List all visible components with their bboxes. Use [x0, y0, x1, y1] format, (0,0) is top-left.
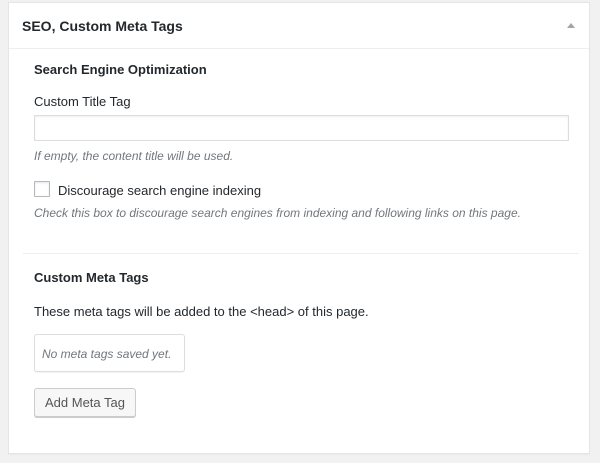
metabox-title: SEO, Custom Meta Tags: [22, 18, 183, 34]
metabox-header: SEO, Custom Meta Tags: [9, 3, 589, 49]
custom-title-hint: If empty, the content title will be used…: [34, 149, 234, 163]
discourage-indexing-label[interactable]: Discourage search engine indexing: [58, 183, 261, 199]
meta-tags-list: No meta tags saved yet.: [34, 334, 185, 372]
discourage-indexing-checkbox[interactable]: [34, 181, 50, 197]
discourage-indexing-hint: Check this box to discourage search engi…: [34, 206, 521, 220]
custom-title-label: Custom Title Tag: [34, 94, 131, 109]
meta-tags-description: These meta tags will be added to the <he…: [34, 304, 369, 319]
seo-section-heading: Search Engine Optimization: [34, 62, 207, 77]
triangle-up-icon: [567, 23, 575, 28]
metabox-toggle-button[interactable]: [562, 17, 580, 35]
seo-meta-tags-metabox: SEO, Custom Meta Tags Search Engine Opti…: [8, 2, 590, 454]
custom-title-input[interactable]: [34, 115, 569, 141]
meta-tags-empty-message: No meta tags saved yet.: [42, 347, 172, 361]
add-meta-tag-button[interactable]: Add Meta Tag: [34, 388, 136, 417]
meta-tags-section-heading: Custom Meta Tags: [34, 270, 149, 285]
section-divider: [23, 253, 579, 254]
